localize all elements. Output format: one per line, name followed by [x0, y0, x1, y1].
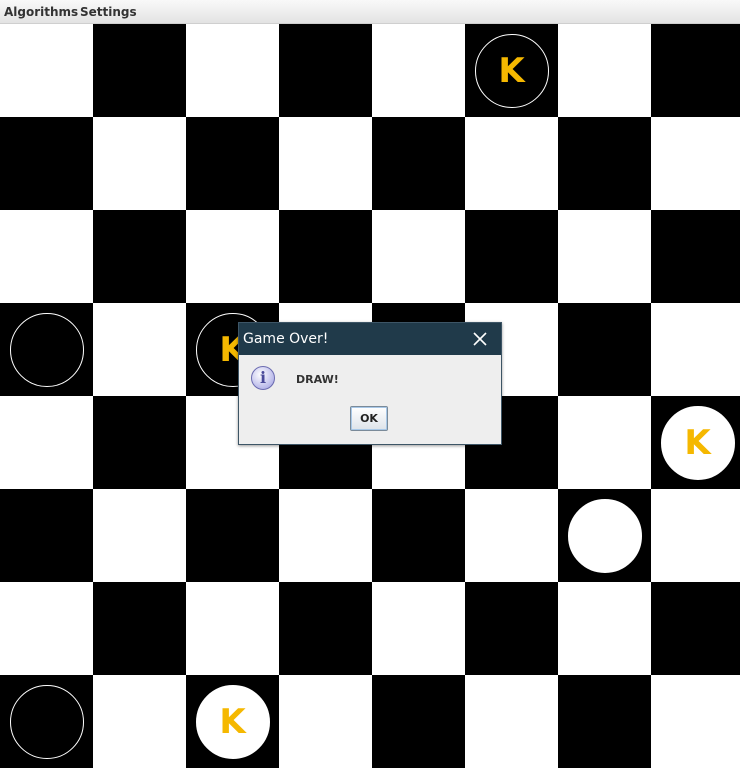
board-square[interactable]: [186, 489, 279, 582]
white-king-piece[interactable]: K: [195, 684, 270, 759]
board-square[interactable]: [465, 117, 558, 210]
board-square[interactable]: [558, 117, 651, 210]
board-square[interactable]: [93, 303, 186, 396]
black-king-piece[interactable]: K: [474, 33, 549, 108]
board-square[interactable]: [93, 582, 186, 675]
board-square[interactable]: [372, 582, 465, 675]
black-piece[interactable]: [9, 312, 84, 387]
board-square[interactable]: [372, 210, 465, 303]
board-square[interactable]: [93, 489, 186, 582]
game-over-dialog: Game Over! i DRAW! OK: [238, 322, 502, 445]
board-square[interactable]: [186, 117, 279, 210]
board-square[interactable]: [279, 24, 372, 117]
board-square[interactable]: [0, 210, 93, 303]
board-square[interactable]: [186, 210, 279, 303]
dialog-title: Game Over!: [243, 331, 329, 347]
king-mark: K: [684, 422, 711, 463]
white-piece[interactable]: [567, 498, 642, 573]
board-square[interactable]: [651, 117, 740, 210]
ok-button[interactable]: OK: [350, 406, 388, 431]
board-square[interactable]: [558, 396, 651, 489]
menu-bar: Algorithms Settings: [0, 0, 740, 24]
board-square[interactable]: [0, 489, 93, 582]
board-square[interactable]: [279, 117, 372, 210]
board-square[interactable]: [651, 303, 740, 396]
board-square[interactable]: [279, 489, 372, 582]
board-square[interactable]: [93, 675, 186, 768]
board-square[interactable]: [279, 675, 372, 768]
info-icon: i: [251, 366, 275, 390]
board-square[interactable]: [465, 675, 558, 768]
white-king-piece[interactable]: K: [660, 405, 735, 480]
board-square[interactable]: [279, 582, 372, 675]
board-square[interactable]: [186, 24, 279, 117]
king-mark: K: [219, 701, 246, 742]
dialog-message: DRAW!: [296, 373, 339, 386]
board-square[interactable]: [651, 489, 740, 582]
board-square[interactable]: [0, 396, 93, 489]
board-square[interactable]: [372, 489, 465, 582]
board-square[interactable]: [651, 210, 740, 303]
dialog-title-bar[interactable]: Game Over!: [239, 323, 501, 355]
board-square[interactable]: [279, 210, 372, 303]
black-piece[interactable]: [9, 684, 84, 759]
board-square[interactable]: [465, 489, 558, 582]
board-square[interactable]: [186, 582, 279, 675]
board-square[interactable]: [558, 582, 651, 675]
board-square[interactable]: [465, 210, 558, 303]
board-square[interactable]: [558, 303, 651, 396]
board-square[interactable]: [93, 117, 186, 210]
board-square[interactable]: [0, 117, 93, 210]
board-square[interactable]: [372, 24, 465, 117]
board-square[interactable]: [372, 117, 465, 210]
close-icon[interactable]: [471, 330, 489, 348]
board-square[interactable]: [558, 24, 651, 117]
board-square[interactable]: [0, 24, 93, 117]
board-square[interactable]: [372, 675, 465, 768]
board-square[interactable]: [558, 675, 651, 768]
board-square[interactable]: [651, 582, 740, 675]
board-square[interactable]: [651, 675, 740, 768]
board-square[interactable]: [558, 210, 651, 303]
board-square[interactable]: [651, 24, 740, 117]
menu-settings[interactable]: Settings: [80, 0, 137, 24]
board-square[interactable]: [93, 24, 186, 117]
board-square[interactable]: [93, 396, 186, 489]
board-square[interactable]: [465, 582, 558, 675]
menu-algorithms[interactable]: Algorithms: [4, 0, 78, 24]
board-square[interactable]: [93, 210, 186, 303]
king-mark: K: [498, 50, 525, 91]
board-square[interactable]: [0, 582, 93, 675]
